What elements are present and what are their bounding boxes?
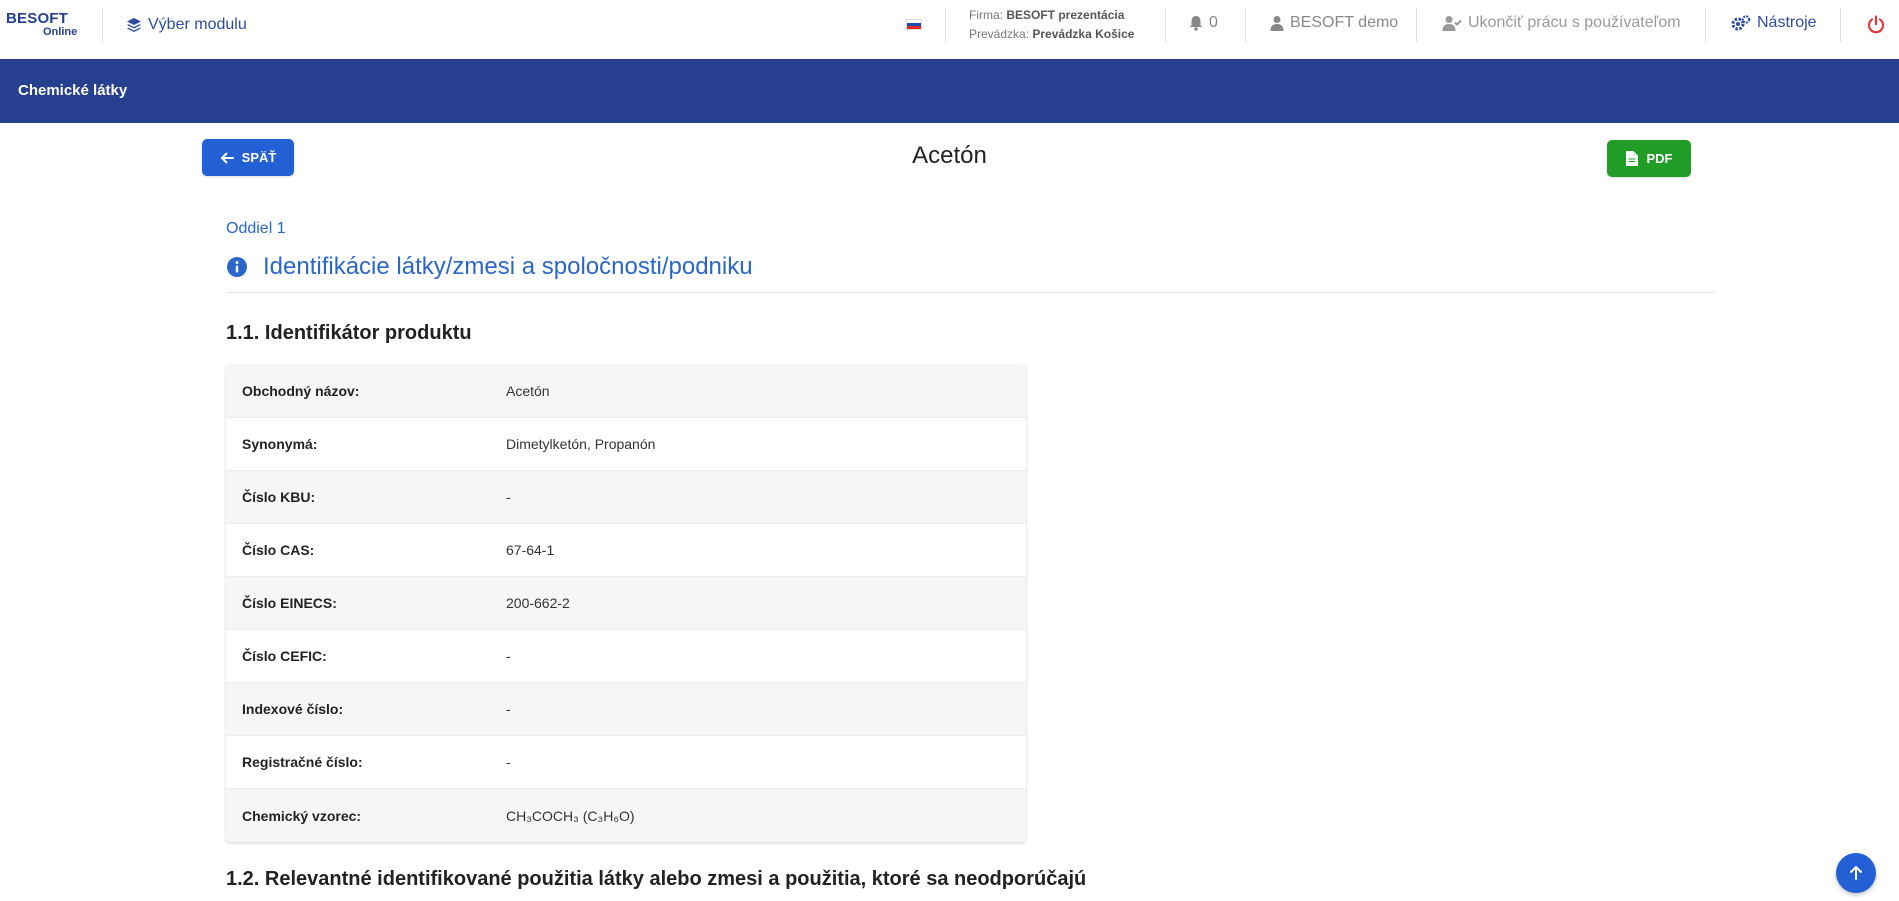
tools-menu[interactable]: Nástroje [1731, 14, 1817, 32]
back-button[interactable]: SPÄŤ [202, 139, 294, 176]
firm-label: Firma: [969, 8, 1003, 22]
row-label: Obchodný názov: [242, 383, 360, 399]
row-value: - [506, 648, 511, 664]
notifications-count: 0 [1209, 14, 1218, 31]
besoft-logo[interactable]: BESOFT Online [6, 10, 82, 40]
table-row: Číslo EINECS: 200-662-2 [226, 577, 1026, 630]
user-check-icon [1442, 16, 1462, 31]
module-title: Chemické látky [18, 82, 128, 99]
subsection-title-1-1: 1.1. Identifikátor produktu [226, 322, 472, 344]
notifications-button[interactable]: 0 [1189, 14, 1218, 32]
back-button-label: SPÄŤ [241, 150, 277, 165]
top-navbar: BESOFT Online Výber modulu Firma: BESOFT… [0, 0, 1899, 59]
firm-value: BESOFT prezentácia [1006, 8, 1125, 22]
section-title: Identifikácie látky/zmesi a spoločnosti/… [263, 253, 753, 280]
row-value: 67-64-1 [506, 542, 555, 558]
module-header-strip: Chemické látky [0, 59, 1899, 123]
divider [1165, 8, 1166, 42]
logo-brand: BESOFT [6, 10, 69, 27]
table-row: Chemický vzorec: CH₃COCH₃ (C₃H₆O) [226, 789, 1026, 842]
table-row: Indexové číslo: - [226, 683, 1026, 736]
table-row: Číslo KBU: - [226, 471, 1026, 524]
row-value: - [506, 754, 511, 770]
pdf-button[interactable]: PDF [1607, 140, 1691, 177]
divider [102, 8, 103, 42]
section-divider [226, 292, 1715, 293]
cogs-icon [1731, 15, 1751, 31]
module-select-button[interactable]: Výber modulu [126, 14, 247, 36]
bell-icon [1190, 16, 1202, 31]
module-select-label: Výber modulu [148, 16, 247, 33]
row-value: CH₃COCH₃ (C₃H₆O) [506, 807, 635, 824]
row-label: Číslo EINECS: [242, 595, 337, 611]
row-value: - [506, 489, 511, 505]
row-value: - [506, 701, 511, 717]
divider [1705, 8, 1706, 42]
row-label: Číslo CEFIC: [242, 648, 327, 664]
firm-info: Firma: BESOFT prezentácia Prevádzka: Pre… [969, 6, 1134, 44]
row-value: Acetón [506, 383, 550, 399]
arrow-up-icon [1850, 866, 1862, 880]
row-label: Číslo KBU: [242, 489, 316, 505]
end-user-session-label: Ukončiť prácu s používateľom [1468, 14, 1681, 31]
divider [1245, 8, 1246, 42]
divider [1416, 8, 1417, 42]
branch-label: Prevádzka: [969, 27, 1030, 41]
tools-label: Nástroje [1757, 14, 1817, 31]
product-identifier-table: Obchodný názov: Acetón Synonymá: Dimetylke… [226, 365, 1026, 842]
table-row: Synonymá: Dimetylketón, Propanón [226, 418, 1026, 471]
branch-value: Prevádzka Košice [1032, 27, 1135, 41]
subsection-title-1-2: 1.2. Relevantné identifikované použitia … [226, 868, 1087, 890]
table-row: Číslo CEFIC: - [226, 630, 1026, 683]
row-label: Chemický vzorec: [242, 807, 362, 824]
section-heading: Identifikácie látky/zmesi a spoločnosti/… [226, 253, 753, 281]
row-value: 200-662-2 [506, 595, 570, 611]
user-icon [1270, 16, 1284, 31]
row-label: Synonymá: [242, 436, 318, 452]
pdf-button-label: PDF [1646, 151, 1673, 166]
user-menu[interactable]: BESOFT demo [1270, 14, 1398, 32]
logo-sub: Online [43, 26, 78, 38]
file-icon [1625, 151, 1638, 166]
layers-icon [127, 18, 141, 32]
power-icon[interactable] [1866, 15, 1886, 35]
user-name: BESOFT demo [1290, 14, 1399, 31]
arrow-left-icon [220, 152, 234, 163]
row-label: Číslo CAS: [242, 542, 315, 558]
scroll-to-top-button[interactable] [1836, 853, 1876, 893]
table-row: Registračné číslo: - [226, 736, 1026, 789]
table-row: Obchodný názov: Acetón [226, 365, 1026, 418]
info-icon [227, 257, 247, 277]
divider [945, 8, 946, 42]
row-label: Registračné číslo: [242, 754, 363, 770]
divider [1840, 8, 1841, 42]
table-row: Číslo CAS: 67-64-1 [226, 524, 1026, 577]
end-user-session-button[interactable]: Ukončiť prácu s používateľom [1442, 14, 1681, 32]
flag-sk-icon[interactable] [906, 19, 922, 30]
row-label: Indexové číslo: [242, 701, 344, 717]
section-number: Oddiel 1 [226, 220, 286, 237]
row-value: Dimetylketón, Propanón [506, 436, 656, 452]
